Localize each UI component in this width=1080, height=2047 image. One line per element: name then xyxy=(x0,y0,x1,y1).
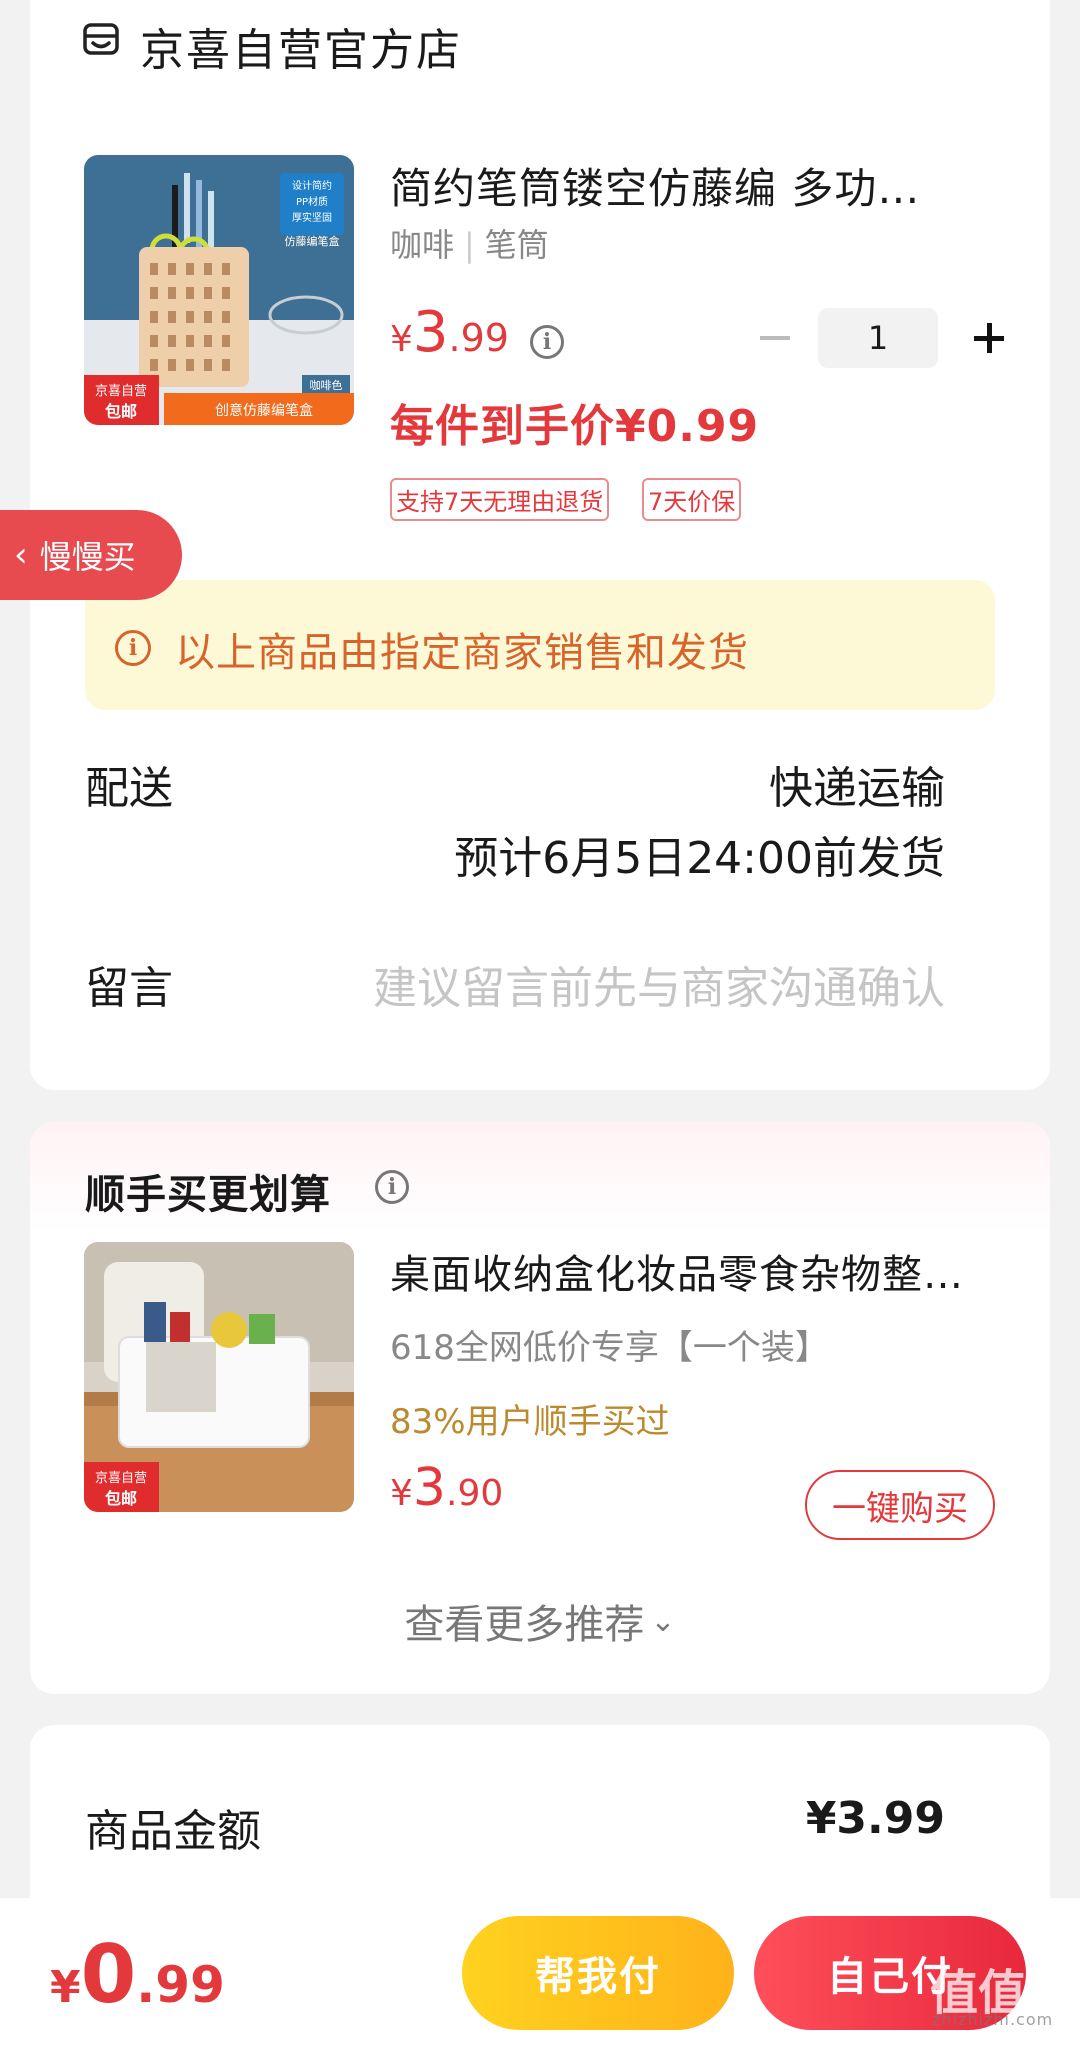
svg-text:咖啡色: 咖啡色 xyxy=(310,378,343,392)
svg-text:厚实坚固: 厚实坚固 xyxy=(292,211,332,224)
svg-text:京喜自营: 京喜自营 xyxy=(95,1471,147,1486)
product-spec[interactable]: 咖啡 | 笔筒 xyxy=(390,220,549,266)
recommend-image[interactable]: 京喜自营 包邮 xyxy=(84,1242,354,1512)
rec-price-decimal: .90 xyxy=(446,1473,504,1514)
rec-price-currency: ¥ xyxy=(390,1473,413,1514)
subtotal-label: 商品金额 xyxy=(85,1806,261,1857)
view-more-button[interactable]: 查看更多推荐 ⌄ xyxy=(30,1592,1050,1650)
order-card: 京喜自营官方店 设计简约 PP材质 厚实坚固 仿藤编笔盒 创意仿藤编笔盒 京喜自… xyxy=(30,0,1050,1090)
price-integer: 3 xyxy=(412,300,449,365)
chevron-left-icon: ‹ xyxy=(14,535,28,575)
chevron-down-icon: ⌄ xyxy=(650,1603,676,1639)
svg-text:设计简约: 设计简约 xyxy=(292,179,332,192)
total-decimal: .99 xyxy=(136,1956,225,2014)
price-protect-tag: 7天价保 xyxy=(642,478,742,521)
svg-text:包邮: 包邮 xyxy=(105,402,137,421)
spec-separator: | xyxy=(464,226,475,264)
spec-type: 笔筒 xyxy=(484,226,549,264)
recommend-item-subtitle: 618全网低价专享【一个装】 xyxy=(390,1328,829,1368)
svg-text:京喜自营: 京喜自营 xyxy=(95,384,147,399)
recommend-item-price: ¥3.90 xyxy=(390,1458,503,1518)
svg-text:PP材质: PP材质 xyxy=(296,195,328,208)
svg-text:仿藤编笔盒: 仿藤编笔盒 xyxy=(285,234,340,248)
spec-color: 咖啡 xyxy=(390,226,455,264)
one-click-buy-button[interactable]: 一键购买 xyxy=(805,1470,995,1540)
delivery-label: 配送 xyxy=(85,763,173,814)
total-integer: 0 xyxy=(80,1928,137,2021)
price-info-icon[interactable]: i xyxy=(530,325,564,359)
quantity-minus-button[interactable] xyxy=(760,336,790,340)
product-title[interactable]: 简约笔筒镂空仿藤编 多功… xyxy=(390,155,1010,216)
total-currency: ¥ xyxy=(50,1962,81,2013)
recommend-card: 顺手买更划算 i 京喜自营 包邮 桌面收纳盒化妆品零食杂物整… 618全网低价专… xyxy=(30,1122,1050,1694)
product-image[interactable]: 设计简约 PP材质 厚实坚固 仿藤编笔盒 创意仿藤编笔盒 京喜自营 包邮 咖啡色 xyxy=(84,155,354,425)
recommend-image-art: 京喜自营 包邮 xyxy=(84,1242,354,1512)
bottom-pay-bar: ¥0.99 帮我付 自己付 值值值 zhizhizhi.com xyxy=(0,1898,1080,2047)
quantity-plus-button[interactable] xyxy=(974,323,1004,353)
notice-text: 以上商品由指定商家销售和发货 xyxy=(175,630,749,676)
help-pay-button[interactable]: 帮我付 xyxy=(462,1916,734,2030)
total-price: ¥0.99 xyxy=(50,1928,225,2021)
svg-text:包邮: 包邮 xyxy=(105,1489,137,1508)
watermark-url: zhizhizhi.com xyxy=(932,2010,1054,2029)
delivery-eta: 预计6月5日24:00前发货 xyxy=(454,833,945,884)
product-image-art: 设计简约 PP材质 厚实坚固 仿藤编笔盒 创意仿藤编笔盒 京喜自营 包邮 咖啡色 xyxy=(84,155,354,425)
seller-notice: i 以上商品由指定商家销售和发货 xyxy=(85,580,995,710)
slow-buy-button[interactable]: ‹ 慢慢买 xyxy=(0,510,182,600)
delivery-method[interactable]: 快递运输 xyxy=(769,752,945,816)
svg-text:创意仿藤编笔盒: 创意仿藤编笔盒 xyxy=(215,402,313,419)
notice-info-icon: i xyxy=(115,630,151,666)
recommend-item-title[interactable]: 桌面收纳盒化妆品零食杂物整… xyxy=(390,1242,1010,1300)
subtotal-value: ¥3.99 xyxy=(805,1793,945,1844)
message-label: 留言 xyxy=(85,963,173,1014)
slow-buy-label: 慢慢买 xyxy=(39,538,136,576)
plus-icon-v xyxy=(987,323,992,353)
message-input[interactable]: 建议留言前先与商家沟通确认 xyxy=(373,952,945,1016)
store-name[interactable]: 京喜自营官方店 xyxy=(140,14,462,78)
product-price: ¥3.99 xyxy=(390,300,509,365)
price-decimal: .99 xyxy=(448,316,509,360)
quantity-input[interactable]: 1 xyxy=(818,308,938,368)
recommend-info-icon[interactable]: i xyxy=(375,1170,409,1204)
recommend-title: 顺手买更划算 xyxy=(85,1172,331,1218)
deal-price: 每件到手价¥0.99 xyxy=(390,401,760,452)
view-more-label: 查看更多推荐 xyxy=(404,1602,645,1648)
price-currency: ¥ xyxy=(390,319,413,360)
recommend-item-promo: 83%用户顺手买过 xyxy=(390,1402,670,1442)
store-icon xyxy=(83,23,119,55)
return-policy-tag: 支持7天无理由退货 xyxy=(390,478,610,521)
rec-price-integer: 3 xyxy=(412,1458,446,1518)
